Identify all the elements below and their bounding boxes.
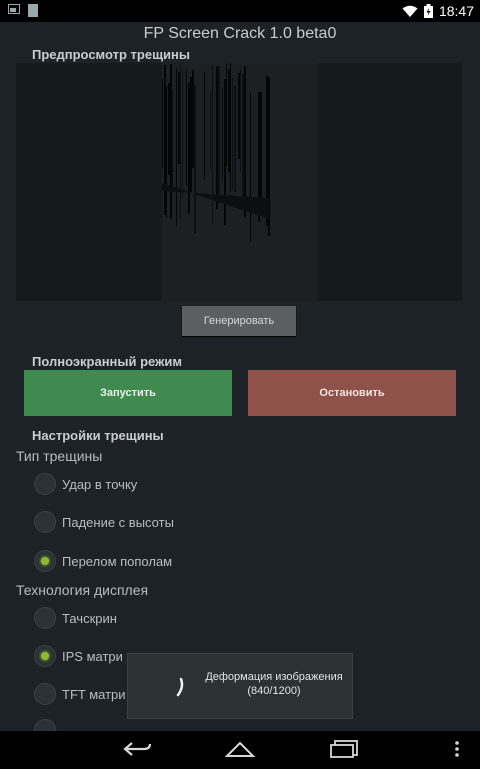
radio-label: Падение с высоты (62, 514, 174, 530)
crack-streak (238, 73, 240, 159)
crack-streak (232, 77, 233, 190)
crack-streak (188, 83, 190, 214)
display-tech-label: Технология дисплея (16, 582, 149, 598)
stop-button[interactable]: Остановить (248, 370, 456, 416)
radio-label: Удар в точку (62, 476, 138, 492)
radio-fall-from-height[interactable]: Падение с высоты (34, 509, 174, 535)
crack-streak (204, 72, 205, 180)
back-icon[interactable] (122, 739, 152, 759)
radio-button[interactable] (34, 683, 56, 705)
crack-streak (166, 86, 167, 218)
crack-settings-header: Настройки трещины (32, 428, 164, 443)
radio-label: Тачскрин (62, 610, 117, 626)
radio-label: Перелом пополам (62, 553, 173, 569)
crack-streak (244, 66, 246, 217)
crack-streak (180, 65, 181, 219)
crack-streak (164, 65, 166, 215)
radio-break-in-half[interactable]: Перелом пополам (34, 548, 172, 574)
crack-streak (182, 70, 183, 198)
crack-streak (250, 92, 251, 242)
file-notification-icon (28, 4, 38, 17)
generate-button[interactable]: Генерировать (182, 306, 296, 336)
radio-partial[interactable] (34, 717, 56, 731)
home-icon[interactable] (225, 739, 255, 759)
crack-preview-image (16, 63, 462, 301)
radio-button-selected[interactable] (34, 645, 56, 667)
crack-streak (176, 68, 177, 226)
crack-streak (234, 85, 236, 192)
crack-streak (230, 63, 231, 192)
radio-touchscreen[interactable]: Тачскрин (34, 605, 117, 631)
crack-streak (192, 70, 194, 168)
radio-tft-matrix[interactable]: TFT матри (34, 681, 126, 707)
fullscreen-header: Полноэкранный режим (32, 354, 182, 369)
spinner-icon (176, 677, 184, 697)
crack-streak (190, 77, 192, 192)
progress-toast: Деформация изображения (840/1200) (127, 653, 353, 719)
crack-streak (186, 69, 187, 185)
crack-streak (216, 66, 218, 209)
radio-button[interactable] (34, 473, 56, 495)
image-notification-icon (8, 4, 20, 14)
radio-ips-matrix[interactable]: IPS матри (34, 643, 123, 669)
crack-streak (218, 67, 220, 203)
crack-streak (260, 92, 262, 216)
toast-progress: (840/1200) (247, 685, 301, 697)
crack-streak (168, 83, 170, 175)
clock: 18:47 (438, 3, 474, 19)
crack-type-label: Тип трещины (16, 448, 103, 464)
crack-preview (16, 63, 462, 301)
overflow-menu-icon[interactable] (452, 739, 462, 759)
start-button[interactable]: Запустить (24, 370, 232, 416)
radio-point-impact[interactable]: Удар в точку (34, 471, 137, 497)
radio-label: TFT матри (62, 686, 126, 702)
crack-streak (170, 64, 172, 219)
radio-button[interactable] (34, 511, 56, 533)
radio-button-selected[interactable] (34, 550, 56, 572)
crack-streak (240, 68, 241, 172)
crack-streak (178, 72, 180, 164)
crack-streak (228, 69, 230, 172)
crack-streak (162, 79, 163, 168)
navigation-bar (0, 731, 480, 769)
status-bar: 18:47 (0, 0, 480, 22)
wifi-icon (402, 5, 418, 17)
app-title: FP Screen Crack 1.0 beta0 (143, 25, 337, 42)
preview-header: Предпросмотр трещины (32, 47, 190, 62)
battery-icon (423, 4, 433, 18)
radio-button[interactable] (34, 607, 56, 629)
crack-streak (210, 91, 211, 171)
crack-streak (222, 87, 223, 180)
crack-streak (226, 64, 227, 166)
crack-streak (194, 85, 196, 233)
radio-button[interactable] (34, 719, 56, 731)
crack-streak (212, 65, 213, 224)
toast-message: Деформация изображения (205, 671, 343, 683)
crack-streak (172, 91, 173, 186)
crack-streak (242, 74, 244, 197)
recents-icon[interactable] (329, 739, 359, 759)
radio-label: IPS матри (62, 648, 123, 664)
